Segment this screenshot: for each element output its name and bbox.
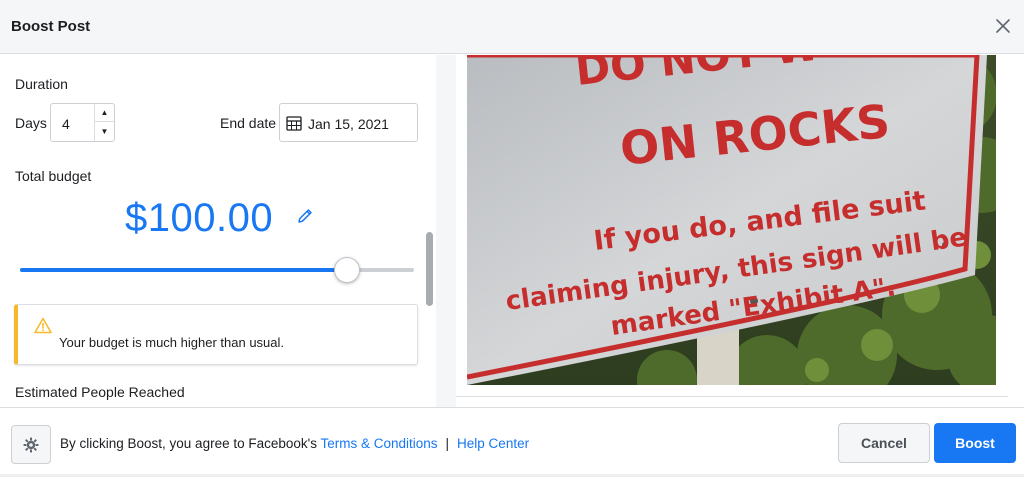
help-center-link[interactable]: Help Center	[457, 436, 529, 451]
increment-icon[interactable]: ▲	[95, 104, 114, 122]
days-value[interactable]: 4	[62, 116, 70, 132]
calendar-icon	[286, 116, 302, 131]
stepper-arrows: ▲ ▼	[94, 104, 114, 141]
warning-text: Your budget is much higher than usual.	[59, 335, 285, 350]
preview-divider	[456, 396, 1008, 397]
duration-label: Duration	[15, 76, 68, 92]
edit-pencil-icon[interactable]	[296, 207, 314, 225]
budget-warning: Your budget is much higher than usual.	[14, 304, 418, 365]
terms-link[interactable]: Terms & Conditions	[320, 436, 437, 451]
days-label: Days	[15, 115, 47, 131]
gear-icon	[23, 437, 39, 452]
budget-slider[interactable]	[20, 257, 414, 283]
end-date-label: End date	[220, 115, 277, 131]
budget-slider-fill	[20, 268, 348, 272]
dialog-title: Boost Post	[11, 18, 91, 35]
decrement-icon[interactable]: ▼	[95, 122, 114, 140]
budget-slider-handle[interactable]	[334, 257, 361, 283]
estimated-reach-label: Estimated People Reached	[15, 384, 185, 400]
dialog-header: Boost Post	[0, 0, 1024, 54]
end-date-value: Jan 15, 2021	[308, 116, 389, 132]
total-budget-label: Total budget	[15, 168, 92, 184]
dialog-footer: By clicking Boost, you agree to Facebook…	[0, 407, 1024, 477]
legal-prefix: By clicking Boost, you agree to Facebook…	[60, 436, 317, 451]
cancel-button[interactable]: Cancel	[838, 423, 930, 463]
budget-amount: $100.00	[125, 196, 274, 240]
post-image: DO NOT W ON ROCKS If you do, and file su…	[467, 55, 996, 385]
days-stepper[interactable]: 4 ▲ ▼	[50, 103, 115, 142]
boost-button[interactable]: Boost	[934, 423, 1016, 463]
close-icon[interactable]	[992, 15, 1014, 37]
link-separator: |	[445, 436, 450, 451]
panel-divider	[436, 55, 456, 407]
settings-button[interactable]	[11, 425, 51, 464]
warning-icon	[34, 317, 52, 334]
legal-text: By clicking Boost, you agree to Facebook…	[60, 436, 529, 451]
settings-scrollbar[interactable]	[426, 232, 433, 306]
end-date-field[interactable]: Jan 15, 2021	[279, 103, 418, 142]
